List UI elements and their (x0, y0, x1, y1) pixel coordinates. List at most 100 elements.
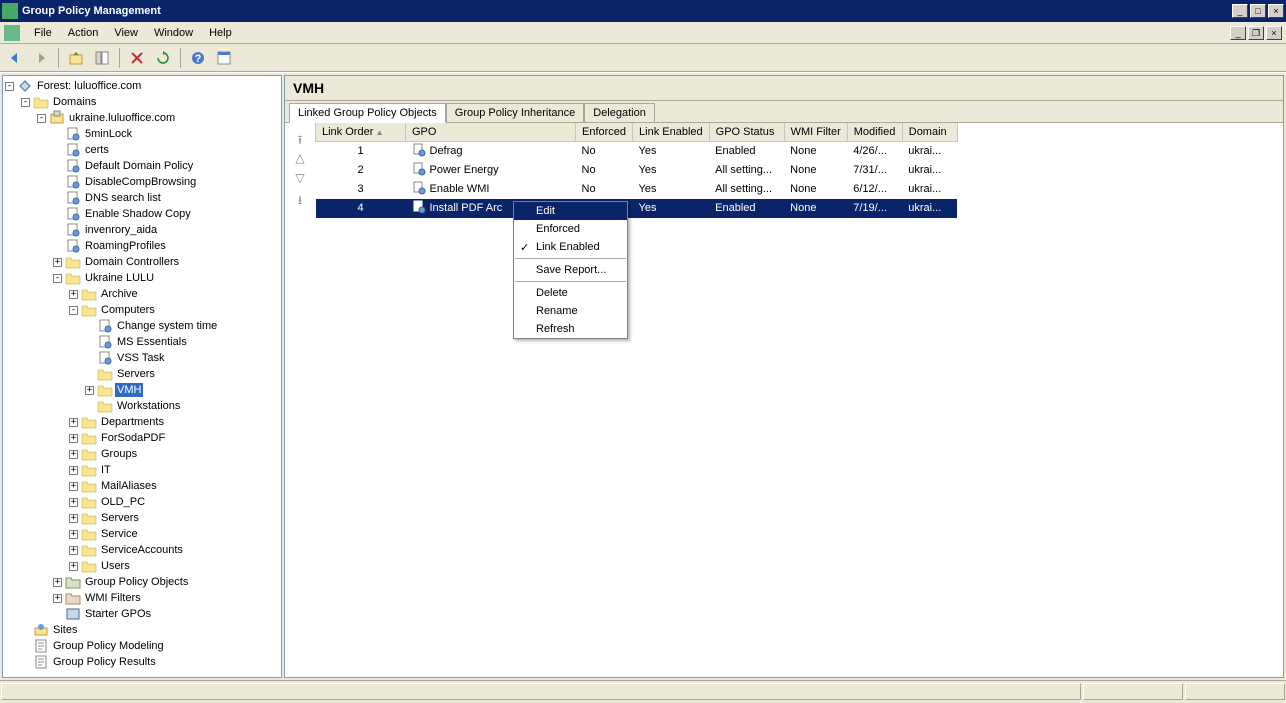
tree-item[interactable]: DisableCompBrowsing (5, 174, 279, 190)
context-item[interactable]: Save Report... (514, 261, 627, 279)
tree-item[interactable]: DNS search list (5, 190, 279, 206)
refresh-button[interactable] (152, 47, 174, 69)
tree-item[interactable]: -Ukraine LULU (5, 270, 279, 286)
context-item[interactable]: Rename (514, 302, 627, 320)
tree-item[interactable]: 5minLock (5, 126, 279, 142)
tree-item[interactable]: Group Policy Modeling (5, 638, 279, 654)
tree-toggle[interactable]: - (37, 114, 46, 123)
tree-item[interactable]: -Domains (5, 94, 279, 110)
tab-linked-gpos[interactable]: Linked Group Policy Objects (289, 103, 446, 123)
tree-toggle[interactable]: + (69, 434, 78, 443)
tree-item[interactable]: +ForSodaPDF (5, 430, 279, 446)
child-close-button[interactable]: × (1266, 26, 1282, 40)
menu-action[interactable]: Action (60, 24, 107, 42)
tree-item[interactable]: +WMI Filters (5, 590, 279, 606)
tree-item[interactable]: MS Essentials (5, 334, 279, 350)
tree-item[interactable]: +Archive (5, 286, 279, 302)
table-row[interactable]: 1DefragNoYesEnabledNone4/26/...ukrai... (316, 141, 958, 161)
tree-item[interactable]: +MailAliases (5, 478, 279, 494)
tree-item[interactable]: VSS Task (5, 350, 279, 366)
tree-item[interactable]: +Groups (5, 446, 279, 462)
tree-item[interactable]: Group Policy Results (5, 654, 279, 670)
tree-item[interactable]: certs (5, 142, 279, 158)
column-header[interactable]: GPO Status (709, 123, 784, 141)
menu-help[interactable]: Help (201, 24, 240, 42)
tree-pane[interactable]: -Forest: luluoffice.com-Domains-ukraine.… (2, 75, 282, 678)
tree-toggle[interactable]: + (69, 290, 78, 299)
context-item[interactable]: Refresh (514, 320, 627, 338)
tree-toggle[interactable]: + (69, 450, 78, 459)
tab-delegation[interactable]: Delegation (584, 103, 655, 122)
tree-item[interactable]: Default Domain Policy (5, 158, 279, 174)
tree-toggle[interactable]: + (85, 386, 94, 395)
tree-toggle[interactable]: + (69, 498, 78, 507)
close-button[interactable]: × (1268, 4, 1284, 18)
tree-toggle[interactable]: + (53, 594, 62, 603)
tree-item[interactable]: +IT (5, 462, 279, 478)
tree-toggle[interactable]: + (53, 578, 62, 587)
tree-toggle[interactable]: - (53, 274, 62, 283)
tree-toggle[interactable]: + (69, 482, 78, 491)
column-header[interactable]: Link Order (316, 123, 406, 141)
tree-toggle[interactable]: + (69, 530, 78, 539)
tree-item[interactable]: Change system time (5, 318, 279, 334)
properties-button[interactable] (213, 47, 235, 69)
tree-item[interactable]: -Computers (5, 302, 279, 318)
tree-item[interactable]: +OLD_PC (5, 494, 279, 510)
table-row[interactable]: 2Power EnergyNoYesAll setting...None7/31… (316, 161, 958, 180)
maximize-button[interactable]: □ (1250, 4, 1266, 18)
tree-item[interactable]: -Forest: luluoffice.com (5, 78, 279, 94)
child-minimize-button[interactable]: _ (1230, 26, 1246, 40)
tree-item[interactable]: -ukraine.luluoffice.com (5, 110, 279, 126)
show-hide-button[interactable] (91, 47, 113, 69)
move-top-button[interactable]: ⭱ (291, 131, 309, 147)
context-item[interactable]: ✓Link Enabled (514, 238, 627, 256)
delete-button[interactable] (126, 47, 148, 69)
context-item[interactable]: Edit (514, 202, 627, 220)
tree-toggle[interactable]: + (53, 258, 62, 267)
tree-item[interactable]: Servers (5, 366, 279, 382)
table-row[interactable]: 3Enable WMINoYesAll setting...None6/12/.… (316, 180, 958, 199)
help-button[interactable]: ? (187, 47, 209, 69)
tree-toggle[interactable]: - (21, 98, 30, 107)
column-header[interactable]: Domain (902, 123, 957, 141)
menu-window[interactable]: Window (146, 24, 201, 42)
tree-toggle[interactable]: + (69, 514, 78, 523)
tree-item[interactable]: +ServiceAccounts (5, 542, 279, 558)
tree-item[interactable]: +VMH (5, 382, 279, 398)
tree-item[interactable]: +Servers (5, 510, 279, 526)
column-header[interactable]: Enforced (576, 123, 633, 141)
move-down-button[interactable]: ▽ (291, 171, 309, 187)
tree-item[interactable]: Starter GPOs (5, 606, 279, 622)
tree-item[interactable]: invenrory_aida (5, 222, 279, 238)
column-header[interactable]: Modified (847, 123, 902, 141)
up-button[interactable] (65, 47, 87, 69)
tree-item[interactable]: Sites (5, 622, 279, 638)
tree-item[interactable]: +Domain Controllers (5, 254, 279, 270)
minimize-button[interactable]: _ (1232, 4, 1248, 18)
move-bottom-button[interactable]: ⭳ (291, 191, 309, 207)
menu-view[interactable]: View (106, 24, 146, 42)
tree-toggle[interactable]: - (69, 306, 78, 315)
menu-file[interactable]: File (26, 24, 60, 42)
back-button[interactable] (4, 47, 26, 69)
tree-item[interactable]: +Departments (5, 414, 279, 430)
tree-item[interactable]: RoamingProfiles (5, 238, 279, 254)
table-row[interactable]: 4Install PDF ArcYesEnabledNone7/19/...uk… (316, 199, 958, 218)
column-header[interactable]: Link Enabled (633, 123, 710, 141)
tree-toggle[interactable]: + (69, 418, 78, 427)
tree-toggle[interactable]: + (69, 546, 78, 555)
move-up-button[interactable]: △ (291, 151, 309, 167)
column-header[interactable]: GPO (406, 123, 576, 141)
context-item[interactable]: Delete (514, 284, 627, 302)
forward-button[interactable] (30, 47, 52, 69)
tree-toggle[interactable]: - (5, 82, 14, 91)
tree-item[interactable]: +Service (5, 526, 279, 542)
tree-toggle[interactable]: + (69, 466, 78, 475)
tree-item[interactable]: +Users (5, 558, 279, 574)
tree-item[interactable]: Enable Shadow Copy (5, 206, 279, 222)
tab-gp-inheritance[interactable]: Group Policy Inheritance (446, 103, 584, 122)
tree-item[interactable]: Workstations (5, 398, 279, 414)
context-item[interactable]: Enforced (514, 220, 627, 238)
child-restore-button[interactable]: ❐ (1248, 26, 1264, 40)
